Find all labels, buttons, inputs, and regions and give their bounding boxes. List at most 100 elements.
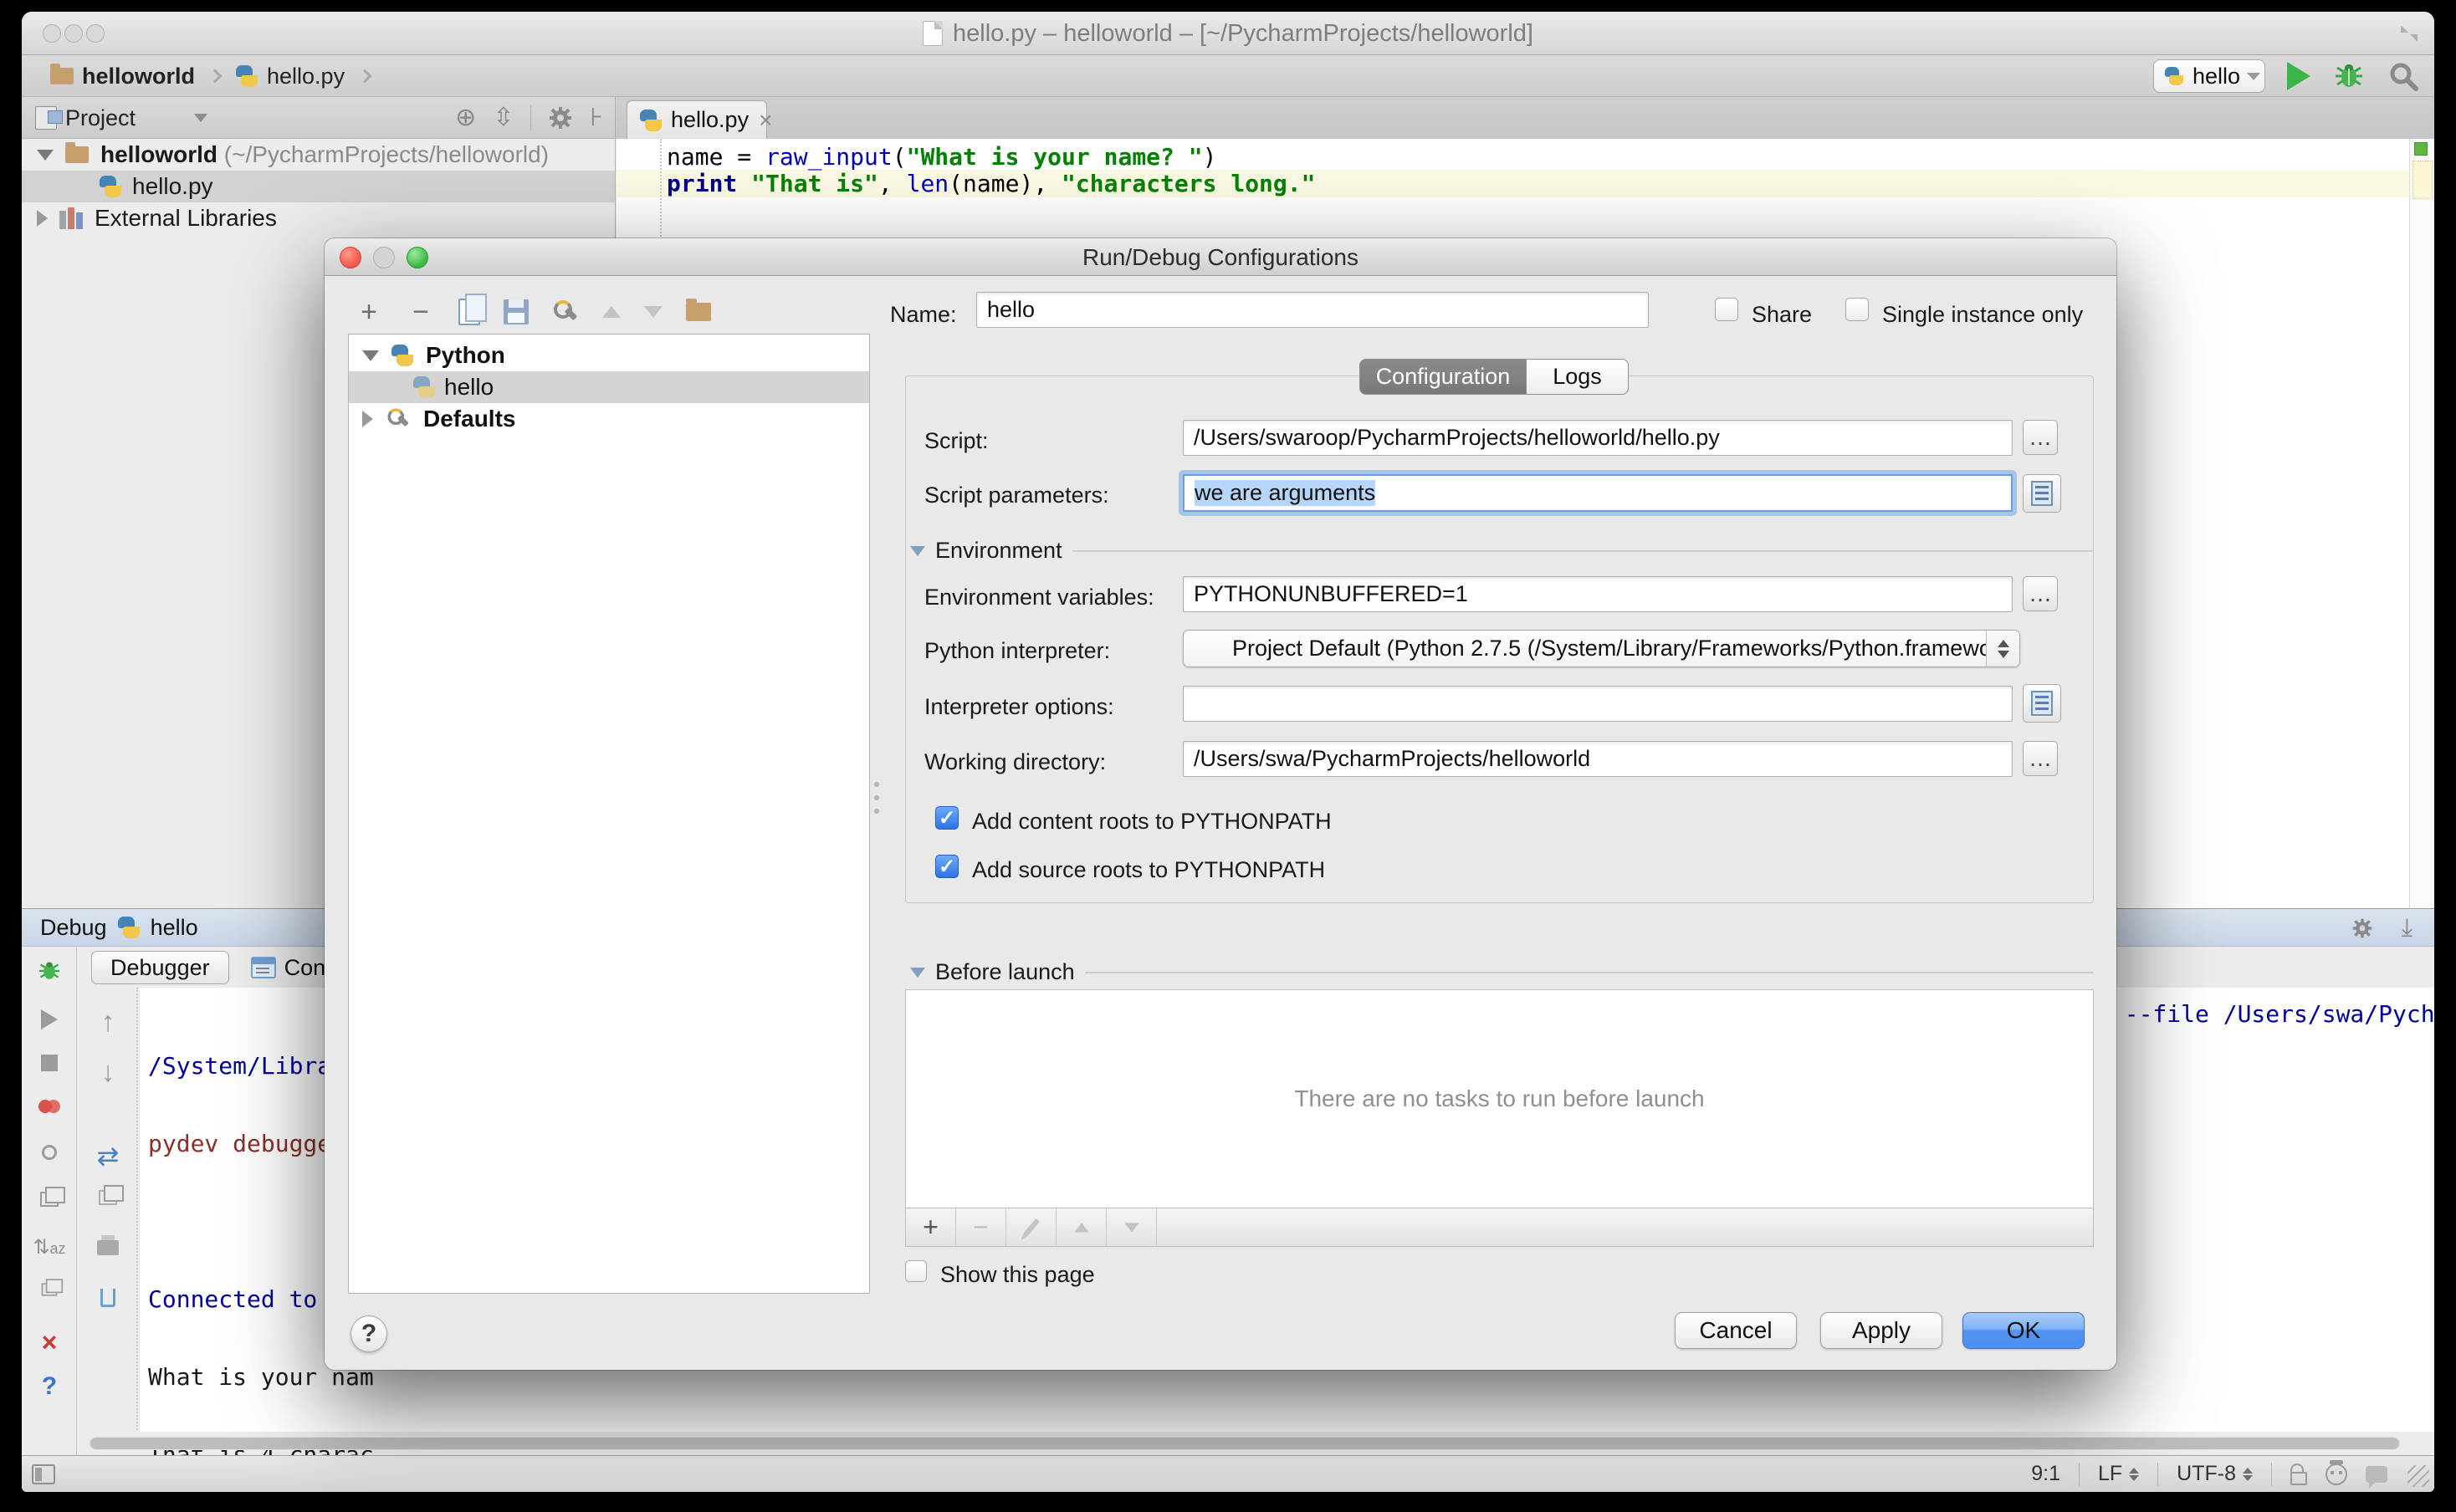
- breadcrumb-file[interactable]: hello.py: [267, 64, 345, 89]
- move-down-icon[interactable]: [644, 306, 663, 318]
- line-separator-widget[interactable]: LF: [2098, 1462, 2139, 1486]
- stop-process-icon[interactable]: [22, 1055, 77, 1075]
- resize-grip[interactable]: [2407, 1465, 2429, 1487]
- tab-configuration[interactable]: Configuration: [1359, 359, 1527, 395]
- run-button[interactable]: [2287, 62, 2310, 90]
- search-everywhere-icon[interactable]: [2387, 60, 2419, 92]
- ok-button[interactable]: OK: [1962, 1312, 2085, 1349]
- show-this-page-checkbox[interactable]: [905, 1260, 927, 1282]
- workdir-field[interactable]: /Users/swa/PycharmProjects/helloworld: [1183, 741, 2013, 777]
- readonly-lock-icon[interactable]: [2290, 1472, 2307, 1485]
- remove-task-icon[interactable]: −: [956, 1208, 1006, 1246]
- fullscreen-icon[interactable]: [2399, 23, 2419, 43]
- encoding-widget[interactable]: UTF-8: [2177, 1462, 2253, 1486]
- combo-stepper-icon[interactable]: [1986, 631, 2019, 667]
- inspection-status-icon[interactable]: [2414, 142, 2428, 156]
- view-breakpoints-icon[interactable]: [22, 1100, 77, 1117]
- edit-defaults-icon[interactable]: [552, 299, 579, 325]
- script-field[interactable]: /Users/swaroop/PycharmProjects/helloworl…: [1183, 420, 2013, 456]
- before-launch-task-list[interactable]: There are no tasks to run before launch: [905, 989, 2094, 1208]
- rerun-bug-icon[interactable]: [22, 959, 77, 987]
- interp-options-field[interactable]: [1183, 686, 2013, 722]
- add-task-icon[interactable]: +: [906, 1208, 956, 1246]
- clear-console-icon[interactable]: [78, 1289, 138, 1311]
- breadcrumb-project[interactable]: helloworld: [82, 64, 195, 89]
- name-field[interactable]: hello: [976, 292, 1649, 328]
- close-tab-icon[interactable]: ×: [759, 107, 772, 134]
- create-folder-icon[interactable]: [686, 303, 711, 321]
- section-collapse-icon[interactable]: [910, 546, 925, 556]
- expanded-arrow-icon[interactable]: [362, 350, 379, 361]
- event-log-bubble-icon[interactable]: [2366, 1466, 2387, 1483]
- script-browse-button[interactable]: …: [2023, 420, 2058, 455]
- window-titlebar[interactable]: hello.py – helloworld – [~/PycharmProjec…: [22, 12, 2434, 55]
- add-source-roots-checkbox[interactable]: ✓: [935, 855, 959, 878]
- editor-tab-hello-py[interactable]: hello.py ×: [627, 100, 767, 139]
- expand-parameters-button[interactable]: [2023, 474, 2061, 513]
- script-parameters-field[interactable]: we are arguments: [1183, 474, 2013, 512]
- add-configuration-icon[interactable]: +: [355, 298, 383, 326]
- console-horizontal-scrollbar[interactable]: [89, 1437, 2401, 1450]
- tree-item-external-libraries[interactable]: External Libraries: [22, 202, 615, 234]
- before-launch-section-header[interactable]: Before launch: [910, 959, 2094, 985]
- hide-debug-panel-icon[interactable]: ⤓: [2402, 916, 2413, 941]
- environment-section-header[interactable]: Environment: [910, 538, 2094, 564]
- close-debug-icon[interactable]: ×: [22, 1327, 77, 1358]
- restore-layout-icon[interactable]: [22, 1192, 77, 1211]
- locate-file-icon[interactable]: ⊕: [455, 105, 476, 130]
- move-task-down-icon[interactable]: [1107, 1208, 1157, 1246]
- add-content-roots-checkbox[interactable]: ✓: [935, 806, 959, 830]
- single-instance-checkbox[interactable]: [1845, 298, 1869, 321]
- share-checkbox[interactable]: [1715, 298, 1738, 321]
- cancel-button[interactable]: Cancel: [1675, 1312, 1797, 1349]
- resume-program-icon[interactable]: [22, 1009, 77, 1034]
- tree-item-hello-py[interactable]: hello.py: [22, 171, 615, 202]
- up-stack-frame-icon[interactable]: ↑: [78, 1006, 138, 1039]
- copy-configuration-icon[interactable]: [458, 299, 480, 325]
- collapsed-arrow-icon[interactable]: [37, 210, 48, 227]
- expand-interp-options-button[interactable]: [2023, 684, 2061, 723]
- move-up-icon[interactable]: [602, 306, 621, 318]
- debug-button[interactable]: [2332, 61, 2366, 91]
- chevron-down-icon[interactable]: [194, 114, 207, 122]
- highlighting-level-icon[interactable]: [2326, 1463, 2347, 1485]
- dialog-titlebar[interactable]: Run/Debug Configurations: [325, 238, 2116, 276]
- remove-configuration-icon[interactable]: −: [407, 298, 435, 326]
- tab-debugger[interactable]: Debugger: [91, 951, 229, 984]
- soft-wrap-icon[interactable]: [78, 1190, 138, 1209]
- env-vars-field[interactable]: PYTHONUNBUFFERED=1: [1183, 576, 2013, 612]
- hide-panel-icon[interactable]: ⊦: [590, 105, 603, 130]
- tab-logs[interactable]: Logs: [1527, 359, 1629, 395]
- sort-alpha-icon[interactable]: ⇅az: [22, 1235, 77, 1259]
- section-collapse-icon[interactable]: [910, 968, 925, 978]
- panel-splitter[interactable]: [873, 782, 880, 832]
- tree-item-root[interactable]: helloworld (~/PycharmProjects/helloworld…: [22, 139, 615, 171]
- run-configuration-selector[interactable]: hello: [2153, 59, 2265, 93]
- print-icon[interactable]: [78, 1240, 138, 1259]
- interpreter-combo[interactable]: Project Default (Python 2.7.5 (/System/L…: [1183, 630, 2020, 667]
- project-panel-header[interactable]: Project ⊕ ⇳ ⊦: [22, 97, 616, 139]
- toggle-toolwindows-icon[interactable]: [32, 1464, 55, 1484]
- debug-help-icon[interactable]: ?: [22, 1372, 77, 1401]
- move-task-up-icon[interactable]: [1057, 1208, 1107, 1246]
- editor-error-stripe[interactable]: [2409, 139, 2434, 908]
- tree-group-python[interactable]: Python: [349, 340, 869, 371]
- save-configuration-icon[interactable]: [504, 299, 529, 324]
- debug-settings-gear-icon[interactable]: [2351, 917, 2373, 939]
- settings-gear-icon[interactable]: [548, 105, 573, 130]
- collapsed-arrow-icon[interactable]: [362, 411, 373, 427]
- down-stack-frame-icon[interactable]: ↓: [78, 1056, 138, 1089]
- help-button[interactable]: ?: [350, 1315, 387, 1352]
- edit-task-icon[interactable]: [1006, 1208, 1057, 1246]
- workdir-browse-button[interactable]: …: [2023, 741, 2058, 776]
- apply-button[interactable]: Apply: [1820, 1312, 1942, 1349]
- collapse-all-icon[interactable]: ⇳: [493, 105, 514, 130]
- mute-breakpoints-icon[interactable]: [22, 1145, 77, 1164]
- expanded-arrow-icon[interactable]: [37, 150, 54, 161]
- pin-tab-icon[interactable]: [22, 1282, 77, 1301]
- tree-item-hello-config[interactable]: hello: [349, 371, 869, 403]
- console-settings-icon[interactable]: ⇄: [78, 1140, 138, 1172]
- env-vars-browse-button[interactable]: …: [2023, 576, 2058, 611]
- caret-position[interactable]: 9:1: [2031, 1462, 2060, 1486]
- tree-group-defaults[interactable]: Defaults: [349, 403, 869, 435]
